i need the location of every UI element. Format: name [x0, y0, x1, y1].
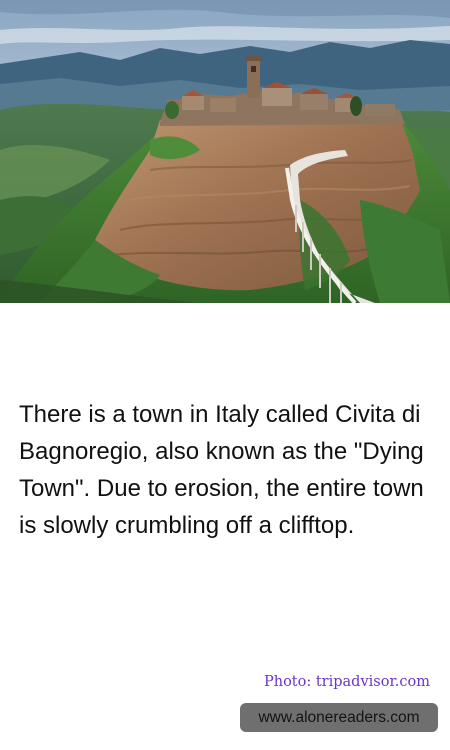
- site-badge: www.alonereaders.com: [240, 703, 438, 732]
- civita-di-bagnoregio-photo: [0, 0, 450, 303]
- hero-photo: [0, 0, 450, 303]
- site-url: www.alonereaders.com: [258, 708, 420, 726]
- photo-credit: Photo: tripadvisor.com: [263, 674, 430, 690]
- caption-text: There is a town in Italy called Civita d…: [19, 401, 424, 539]
